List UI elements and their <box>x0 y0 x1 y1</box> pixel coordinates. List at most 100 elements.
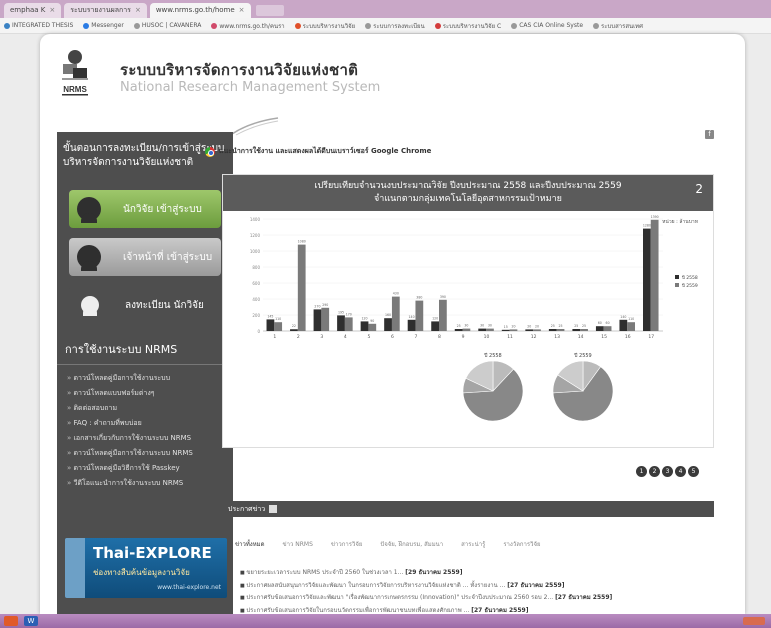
bar <box>595 326 604 331</box>
news-item[interactable]: ขยายระยะเวลาระบบ NRMS ประจำปี 2560 ในช่ว… <box>240 567 710 580</box>
bar-value-label: 430 <box>393 292 399 296</box>
bar-value-label: 160 <box>385 313 391 317</box>
bar <box>290 329 298 331</box>
researcher-login-button[interactable]: นักวิจัย เข้าสู่ระบบ <box>69 190 221 228</box>
bookmark-item[interactable]: ระบบการลงทะเบียน <box>365 21 425 31</box>
bookmark-item[interactable]: HUSOC | CAVANERA <box>133 22 202 29</box>
researcher-icon <box>77 197 101 223</box>
budget-chart: หน่วย : ล้านบาท 1400 1200 1000 800 600 400 200 0… <box>250 215 698 422</box>
bar-value-label: 120 <box>361 316 367 320</box>
legend-swatch <box>675 275 679 279</box>
pager-dot[interactable]: 1 <box>636 466 647 477</box>
sidebar-link[interactable]: วีดีโอแนะนำการใช้งานระบบ NRMS <box>67 476 227 491</box>
news-item-text: ขยายระยะเวลาระบบ NRMS ประจำปี 2560 ในช่ว… <box>246 569 404 576</box>
browser-tab-label: emphaa K <box>10 6 46 14</box>
logo-text: NRMS <box>63 85 87 94</box>
system-tray[interactable] <box>743 617 765 625</box>
bookmark-favicon-icon <box>365 22 372 29</box>
browser-tab[interactable]: emphaa K × <box>4 3 62 18</box>
bar-value-label: 25 <box>457 324 461 328</box>
bar <box>266 319 275 331</box>
x-tick-label: 10 <box>484 334 490 340</box>
bar-value-label: 30 <box>488 324 492 328</box>
bar-value-label: 1080 <box>298 240 306 244</box>
sidebar-link[interactable]: ดาวน์โหลดคู่มือวิธีการใช้ Passkey <box>67 461 227 476</box>
bar <box>415 300 424 331</box>
new-tab-button[interactable] <box>255 5 284 16</box>
word-app-icon[interactable]: W <box>24 616 38 626</box>
pager-dot[interactable]: 5 <box>688 466 699 477</box>
bookmark-label: HUSOC | CAVANERA <box>141 22 202 29</box>
bar-value-label: 25 <box>582 324 586 328</box>
sidebar-link[interactable]: ดาวน์โหลดแบบฟอร์มต่างๆ <box>67 386 227 401</box>
bar <box>274 322 283 331</box>
bar <box>509 329 518 331</box>
bar-value-label: 170 <box>346 312 352 316</box>
x-tick-label: 14 <box>578 334 584 340</box>
news-item-text: ประกาศรับข้อเสนอการวิจัยและพัฒนา "เรื่อง… <box>246 594 554 601</box>
bookmark-item[interactable]: ระบบบริหารงานวิจัย C <box>434 21 501 31</box>
bar <box>439 299 447 331</box>
bar <box>462 328 471 331</box>
news-item[interactable]: ประกาศผลสนับสนุนการวิจัยและพัฒนา ในกรอบก… <box>240 580 710 593</box>
bar-value-label: 145 <box>267 314 273 318</box>
sidebar-link[interactable]: FAQ : คำถามที่พบบ่อย <box>67 416 227 431</box>
news-item[interactable]: ประกาศรับข้อเสนอการวิจัยและพัฒนา "เรื่อง… <box>240 592 710 605</box>
sidebar-link[interactable]: ดาวน์โหลดคู่มือการใช้งานระบบ <box>67 371 227 386</box>
bookmark-item[interactable]: Messenger <box>83 22 124 29</box>
bookmark-item[interactable]: CAS CIA Online Syste <box>511 22 583 29</box>
page: NRMS ระบบบริหารจัดการงานวิจัยแห่งชาติ Na… <box>0 34 771 626</box>
close-tab-icon[interactable]: × <box>135 3 141 18</box>
browser-tab[interactable]: ระบบรายงานผลการ × <box>64 3 147 18</box>
y-tick-label: 1400 <box>250 217 261 222</box>
bookmark-label: Messenger <box>91 22 124 29</box>
bar <box>297 244 306 331</box>
close-tab-icon[interactable]: × <box>239 3 245 18</box>
news-title: ประกาศข่าว <box>228 505 266 513</box>
bar-value-label: 1390 <box>651 215 659 219</box>
pager-dot[interactable]: 2 <box>649 466 660 477</box>
bookmark-item[interactable]: INTEGRATED THESIS <box>4 22 73 29</box>
close-tab-icon[interactable]: × <box>49 3 55 18</box>
bookmark-item[interactable]: ระบบสารสนเทศ <box>593 21 643 31</box>
browser-tab[interactable]: www.nrms.go.th/home × <box>149 3 251 18</box>
bar <box>391 296 400 331</box>
browser-tab-label: ระบบรายงานผลการ <box>70 6 131 14</box>
sidebar-link[interactable]: ดาวน์โหลดคู่มือการใช้งานระบบ NRMS <box>67 446 227 461</box>
bar <box>501 329 510 331</box>
bar <box>344 317 353 331</box>
bar-value-label: 195 <box>338 310 344 314</box>
register-researcher-button[interactable]: ลงทะเบียน นักวิจัย <box>69 286 221 324</box>
news-tab[interactable]: สาระน่ารู้ <box>461 539 485 549</box>
staff-login-button[interactable]: เจ้าหน้าที่ เข้าสู่ระบบ <box>69 238 221 276</box>
bar-value-label: 25 <box>558 324 562 328</box>
site-header: NRMS ระบบบริหารจัดการงานวิจัยแห่งชาติ Na… <box>40 34 745 114</box>
chrome-notice[interactable]: แนะนำการใช้งาน และแสดงผลได้ดีบนเบราว์เซอ… <box>205 146 431 157</box>
sidebar-link[interactable]: เอกสารเกี่ยวกับการใช้งานระบบ NRMS <box>67 431 227 446</box>
start-button[interactable] <box>4 616 18 626</box>
news-tab[interactable]: ปัจจัย, ฝึกอบรม, สัมมนา <box>380 539 443 549</box>
bar-value-label: 60 <box>606 321 610 325</box>
sidebar-link[interactable]: ติดต่อสอบถาม <box>67 401 227 416</box>
bar <box>321 307 330 331</box>
banner-accent <box>65 538 85 598</box>
chrome-icon <box>205 146 215 157</box>
bar <box>360 321 369 331</box>
news-tab[interactable]: ข่าวการวิจัย <box>331 539 362 549</box>
news-tab[interactable]: ข่าวทั้งหมด <box>235 539 265 549</box>
bar-value-label: 30 <box>480 324 484 328</box>
news-tab[interactable]: รางวัลการวิจัย <box>503 539 540 549</box>
y-tick-label: 0 <box>257 329 260 334</box>
news-tab[interactable]: ข่าว NRMS <box>283 539 313 549</box>
bar <box>478 328 487 331</box>
bar <box>650 219 659 331</box>
bookmark-favicon-icon <box>133 22 140 29</box>
pager-dot[interactable]: 3 <box>662 466 673 477</box>
bookmark-item[interactable]: www.nrms.go.th/คนรา <box>211 21 285 31</box>
pager-dot[interactable]: 4 <box>675 466 686 477</box>
bookmark-item[interactable]: ระบบบริหารงานวิจัย <box>294 21 355 31</box>
facebook-icon[interactable]: f <box>705 130 714 139</box>
thai-explore-banner[interactable]: Thai-EXPLORE ช่องทางสืบค้นข้อมูลงานวิจัย… <box>65 538 227 598</box>
nrms-logo-icon[interactable]: NRMS <box>58 48 92 100</box>
chrome-notice-text: แนะนำการใช้งาน และแสดงผลได้ดีบนเบราว์เซอ… <box>219 147 432 155</box>
